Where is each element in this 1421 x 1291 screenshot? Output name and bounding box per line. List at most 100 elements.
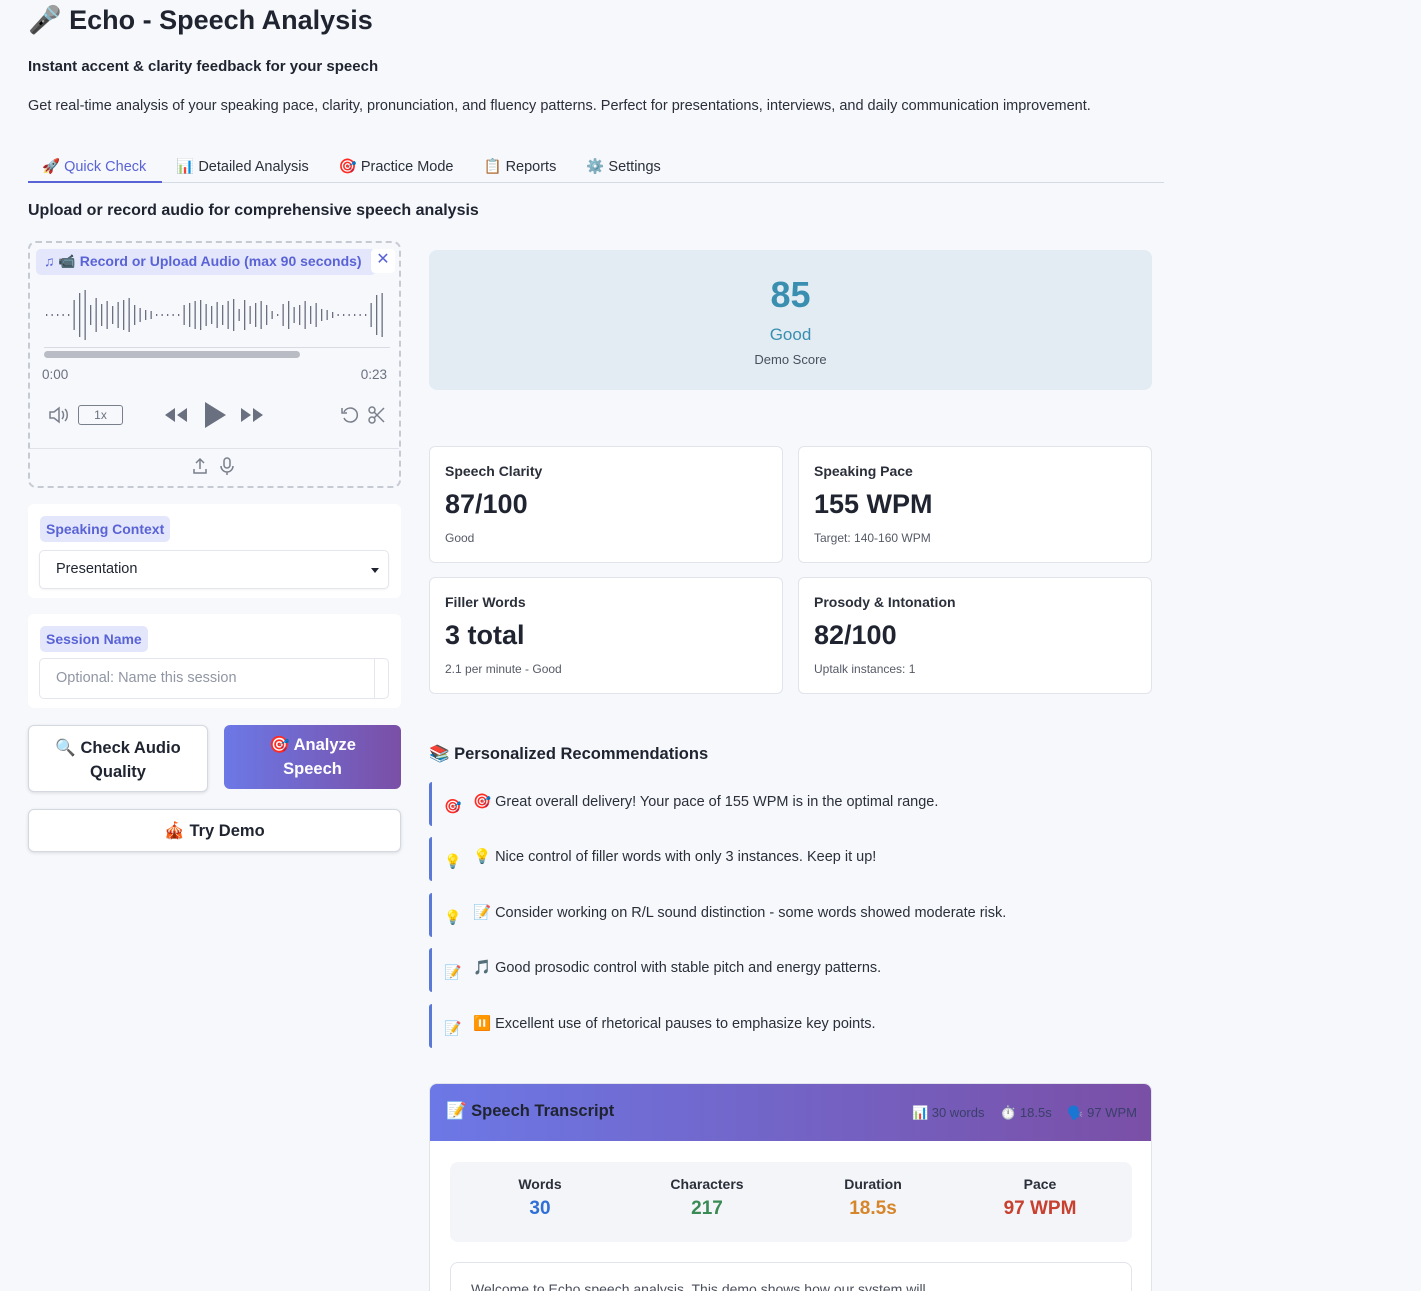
tab-label: Settings <box>608 159 661 175</box>
upload-icon[interactable] <box>192 457 208 475</box>
waveform-bar <box>376 295 378 335</box>
tab-label: Detailed Analysis <box>198 159 309 175</box>
audio-label: ♫ 📹 Record or Upload Audio (max 90 secon… <box>36 249 376 275</box>
speaking-context-select[interactable]: Presentation <box>39 550 389 589</box>
fast-forward-icon[interactable] <box>240 407 264 423</box>
waveform-bar <box>238 309 240 321</box>
total-time: 0:23 <box>360 367 387 382</box>
waveform-bar <box>90 305 92 325</box>
session-name-panel: Session Name Optional: Name this session <box>28 614 401 708</box>
microphone-icon[interactable] <box>220 457 234 475</box>
recommendation-item: 📝 🎵 Good prosodic control with stable pi… <box>429 948 1152 992</box>
waveform-bar <box>73 300 75 330</box>
stat-label: Words <box>518 1176 562 1192</box>
waveform-bar <box>381 293 383 337</box>
volume-icon[interactable] <box>48 406 70 424</box>
audio-footer-divider <box>30 448 399 449</box>
waveform-bar <box>62 314 64 316</box>
recommendation-text: 📝 Consider working on R/L sound distinct… <box>473 905 1007 921</box>
waveform-bar <box>128 298 130 332</box>
memo-icon: 📝 <box>444 1020 462 1036</box>
waveform-bar <box>216 302 218 328</box>
waveform-bar <box>167 314 169 316</box>
transcript-card: 📝 Speech Transcript 📊 30 words ⏱️ 18.5s … <box>429 1083 1152 1291</box>
speaking-context-panel: Speaking Context Presentation <box>28 504 401 598</box>
recommendation-item: 📝 ⏸️ Excellent use of rhetorical pauses … <box>429 1004 1152 1048</box>
metric-title: Speaking Pace <box>814 463 913 479</box>
metric-filler-words: Filler Words 3 total 2.1 per minute - Go… <box>429 577 783 694</box>
waveform-bar <box>57 314 59 316</box>
waveform-bar <box>123 300 125 330</box>
waveform[interactable] <box>42 287 390 343</box>
analyze-speech-button[interactable]: 🎯 Analyze Speech <box>224 725 401 789</box>
waveform-bar <box>46 314 48 316</box>
waveform-bar <box>332 312 334 318</box>
waveform-bar <box>233 299 235 331</box>
waveform-bar <box>51 314 53 316</box>
lightbulb-icon: 💡 <box>444 909 462 925</box>
rocket-icon: 🚀 <box>42 159 61 175</box>
waveform-bar <box>145 310 147 320</box>
waveform-bar <box>266 305 268 325</box>
tab-label: Reports <box>505 159 557 175</box>
metric-speech-clarity: Speech Clarity 87/100 Good <box>429 446 783 563</box>
waveform-bar <box>117 302 119 328</box>
waveform-bar <box>343 314 345 316</box>
session-name-label: Session Name <box>40 626 148 652</box>
input-scrollbar <box>374 659 389 698</box>
waveform-bar <box>194 301 196 329</box>
transcript-header: 📝 Speech Transcript 📊 30 words ⏱️ 18.5s … <box>430 1084 1151 1141</box>
waveform-bar <box>101 304 103 326</box>
tab-practice-mode[interactable]: 🎯 Practice Mode <box>325 152 470 183</box>
tab-quick-check[interactable]: 🚀 Quick Check <box>28 152 163 183</box>
check-audio-quality-button[interactable]: 🔍 Check Audio Quality <box>28 725 208 792</box>
undo-icon[interactable] <box>340 405 360 425</box>
waveform-bar <box>282 304 284 326</box>
waveform-bar <box>354 314 356 316</box>
tab-settings[interactable]: ⚙️ Settings <box>572 152 676 183</box>
playback-speed-button[interactable]: 1x <box>78 405 123 425</box>
transcript-text: Welcome to Echo speech analysis. This de… <box>450 1262 1132 1291</box>
play-icon[interactable] <box>203 401 227 429</box>
recommendation-text: 🎯 Great overall delivery! Your pace of 1… <box>473 794 939 810</box>
audio-label-text: 📹 Record or Upload Audio (max 90 seconds… <box>58 253 362 269</box>
waveform-baseline <box>44 347 390 348</box>
app-title: 🎤 Echo - Speech Analysis <box>28 5 373 35</box>
playback-progress[interactable] <box>44 351 301 358</box>
tab-reports[interactable]: 📋 Reports <box>470 152 573 183</box>
close-icon[interactable]: ✕ <box>371 249 395 273</box>
waveform-bar <box>321 309 323 321</box>
score-label: Good <box>769 325 812 344</box>
metric-prosody: Prosody & Intonation 82/100 Uptalk insta… <box>798 577 1152 694</box>
recommendation-item: 🎯 🎯 Great overall delivery! Your pace of… <box>429 782 1152 826</box>
waveform-bar <box>156 314 158 316</box>
stat-value: 217 <box>691 1198 723 1219</box>
waveform-bar <box>178 314 180 316</box>
waveform-bar <box>95 298 97 332</box>
trim-scissors-icon[interactable] <box>368 405 386 425</box>
tab-detailed-analysis[interactable]: 📊 Detailed Analysis <box>162 152 324 183</box>
transcript-title: 📝 Speech Transcript <box>446 1102 615 1120</box>
tab-bar: 🚀 Quick Check 📊 Detailed Analysis 🎯 Practic… <box>28 152 1164 183</box>
try-demo-button[interactable]: 🎪 Try Demo <box>28 809 401 852</box>
stat-value: 97 WPM <box>1003 1198 1077 1219</box>
pace-badge: 🗣️ 97 WPM <box>1067 1105 1137 1120</box>
metric-sub: Target: 140-160 WPM <box>814 531 931 545</box>
waveform-bar <box>271 311 273 319</box>
waveform-bar <box>189 303 191 327</box>
target-icon: 🎯 <box>338 159 357 175</box>
metric-value: 82/100 <box>814 620 897 650</box>
music-note-icon: ♫ <box>44 253 59 269</box>
caret-down-icon[interactable] <box>371 568 379 573</box>
waveform-bar <box>348 314 350 316</box>
recommendation-item: 💡 📝 Consider working on R/L sound distin… <box>429 893 1152 937</box>
score-value: 85 <box>770 274 811 315</box>
waveform-bar <box>293 307 295 323</box>
tab-label: Quick Check <box>64 159 147 175</box>
rewind-icon[interactable] <box>164 407 188 423</box>
session-name-input[interactable]: Optional: Name this session <box>39 658 389 699</box>
waveform-bar <box>227 301 229 329</box>
waveform-bar <box>222 305 224 325</box>
clipboard-icon: 📋 <box>483 159 502 175</box>
app-subtitle: Instant accent & clarity feedback for yo… <box>28 58 379 75</box>
